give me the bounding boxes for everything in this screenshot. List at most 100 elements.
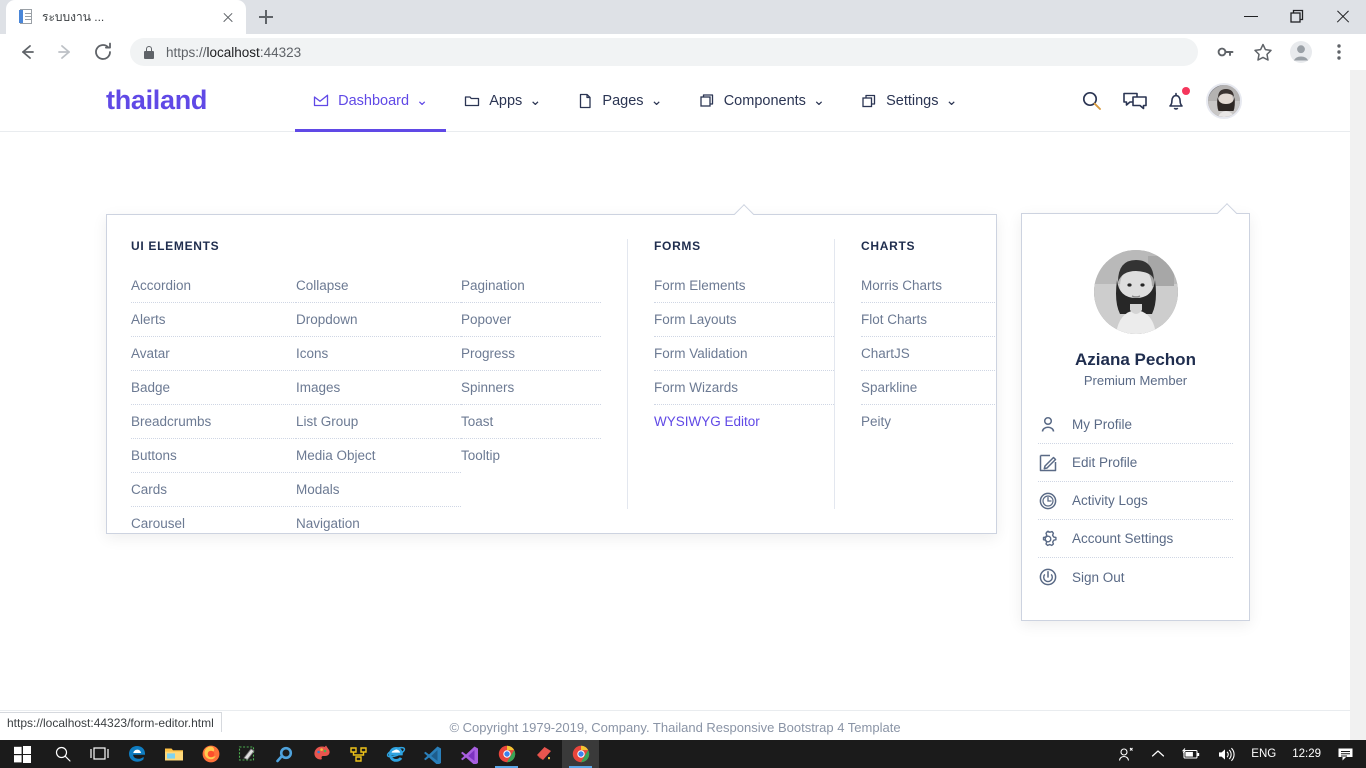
forward-arrow-icon[interactable] <box>51 38 79 66</box>
taskbar-workflow-icon[interactable] <box>340 740 377 768</box>
taskbar-search-icon[interactable] <box>44 740 81 768</box>
menu-item[interactable]: Pagination <box>461 269 601 303</box>
menu-item[interactable]: Flot Charts <box>861 303 995 337</box>
menu-item[interactable]: Cards <box>131 473 296 507</box>
site-logo[interactable]: thailand <box>106 85 207 116</box>
nav-item-components[interactable]: Components ⌄ <box>681 70 843 132</box>
menu-item[interactable]: Badge <box>131 371 296 405</box>
taskbar-snip-tool-icon[interactable] <box>229 740 266 768</box>
chat-icon[interactable] <box>1122 89 1146 113</box>
taskbar-chrome-active-icon[interactable] <box>562 740 599 768</box>
menu-item[interactable]: Peity <box>861 405 995 438</box>
tab-close-icon[interactable] <box>218 7 238 27</box>
people-icon[interactable] <box>1110 740 1143 768</box>
profile-menu-item-activity-logs[interactable]: Activity Logs <box>1038 482 1233 520</box>
url-port: :44323 <box>260 45 301 60</box>
volume-icon[interactable] <box>1209 740 1243 768</box>
tab-strip: ระบบงาน ... <box>0 0 1366 34</box>
profile-avatar-icon[interactable] <box>1287 38 1315 66</box>
menu-item[interactable]: Collapse <box>296 269 461 303</box>
site-navbar: thailand Dashboard ⌄ <box>0 70 1350 132</box>
menu-item[interactable]: Form Wizards <box>654 371 834 405</box>
taskbar-chrome-icon[interactable] <box>488 740 525 768</box>
chevron-up-icon[interactable] <box>1143 740 1173 768</box>
nav-item-apps[interactable]: Apps ⌄ <box>446 70 559 132</box>
menu-item[interactable]: Avatar <box>131 337 296 371</box>
search-icon[interactable] <box>1080 89 1104 113</box>
taskbar-visual-studio-icon[interactable] <box>451 740 488 768</box>
key-icon[interactable] <box>1211 38 1239 66</box>
taskbar-paint-icon[interactable] <box>303 740 340 768</box>
minimize-icon[interactable] <box>1228 0 1274 32</box>
taskbar-file-explorer-icon[interactable] <box>155 740 192 768</box>
menu-item[interactable]: Sparkline <box>861 371 995 405</box>
three-dot-menu-icon[interactable] <box>1325 38 1353 66</box>
menu-item[interactable]: Tooltip <box>461 439 601 472</box>
star-icon[interactable] <box>1249 38 1277 66</box>
taskbar-task-view-icon[interactable] <box>81 740 118 768</box>
menu-item[interactable]: Buttons <box>131 439 296 473</box>
nav-item-settings[interactable]: Settings ⌄ <box>843 70 976 132</box>
windows-taskbar: ENG 12:29 <box>0 740 1366 768</box>
menu-item[interactable]: Toast <box>461 405 601 439</box>
taskbar-clock[interactable]: 12:29 <box>1284 740 1329 768</box>
menu-item[interactable]: List Group <box>296 405 461 439</box>
taskbar-edge-icon[interactable] <box>118 740 155 768</box>
browser-tab[interactable]: ระบบงาน ... <box>6 0 246 34</box>
menu-item[interactable]: Form Validation <box>654 337 834 371</box>
gear-icon <box>1038 529 1058 549</box>
battery-icon[interactable] <box>1173 740 1209 768</box>
chevron-down-icon: ⌄ <box>529 93 541 109</box>
toolbar-right-icons <box>1206 38 1358 66</box>
megamenu-section-title: UI ELEMENTS <box>131 239 601 253</box>
menu-item[interactable]: Spinners <box>461 371 601 405</box>
maximize-icon[interactable] <box>1274 0 1320 32</box>
profile-menu-item-edit-profile[interactable]: Edit Profile <box>1038 444 1233 482</box>
profile-menu-item-my-profile[interactable]: My Profile <box>1038 406 1233 444</box>
taskbar-vscode-icon[interactable] <box>414 740 451 768</box>
menu-item[interactable]: Popover <box>461 303 601 337</box>
notification-icon[interactable] <box>1329 740 1362 768</box>
taskbar-firefox-icon[interactable] <box>192 740 229 768</box>
windows-start-icon[interactable] <box>0 740 44 768</box>
taskbar-internet-explorer-icon[interactable] <box>377 740 414 768</box>
menu-item[interactable]: Form Elements <box>654 269 834 303</box>
language-indicator[interactable]: ENG <box>1243 740 1284 768</box>
taskbar-sketch-icon[interactable] <box>525 740 562 768</box>
page-scrollbar[interactable] <box>1350 70 1366 740</box>
menu-item[interactable]: Dropdown <box>296 303 461 337</box>
menu-item[interactable]: Accordion <box>131 269 296 303</box>
close-icon[interactable] <box>1320 0 1366 32</box>
menu-item[interactable]: Icons <box>296 337 461 371</box>
profile-menu-item-label: Account Settings <box>1072 531 1173 546</box>
new-tab-button[interactable] <box>252 3 280 31</box>
menu-item-wysiwyg-editor[interactable]: WYSIWYG Editor <box>654 405 834 438</box>
menu-item[interactable]: Modals <box>296 473 461 507</box>
back-arrow-icon[interactable] <box>13 38 41 66</box>
menu-item[interactable]: Carousel <box>131 507 296 540</box>
address-bar[interactable]: https://localhost:44323 <box>130 38 1198 66</box>
reload-icon[interactable] <box>89 38 117 66</box>
profile-menu-item-account-settings[interactable]: Account Settings <box>1038 520 1233 558</box>
menu-item[interactable]: ChartJS <box>861 337 995 371</box>
menu-item[interactable]: Breadcrumbs <box>131 405 296 439</box>
megamenu-column: Morris Charts Flot Charts ChartJS Sparkl… <box>861 269 995 438</box>
chevron-down-icon: ⌄ <box>416 93 428 109</box>
header-avatar[interactable] <box>1206 83 1242 119</box>
nav-item-pages[interactable]: Pages ⌄ <box>559 70 680 132</box>
megamenu-section-forms: FORMS Form Elements Form Layouts Form Va… <box>628 215 834 533</box>
menu-item[interactable]: Morris Charts <box>861 269 995 303</box>
taskbar-settings-icon[interactable] <box>266 740 303 768</box>
main-navigation: Dashboard ⌄ Apps ⌄ <box>295 70 976 132</box>
profile-menu-item-sign-out[interactable]: Sign Out <box>1038 558 1233 596</box>
menu-item[interactable]: Form Layouts <box>654 303 834 337</box>
menu-item[interactable]: Navigation <box>296 507 461 540</box>
menu-item[interactable]: Media Object <box>296 439 461 473</box>
nav-item-label: Apps <box>489 93 522 109</box>
menu-item[interactable]: Alerts <box>131 303 296 337</box>
file-icon <box>577 93 593 109</box>
menu-item[interactable]: Images <box>296 371 461 405</box>
menu-item[interactable]: Progress <box>461 337 601 371</box>
nav-item-dashboard[interactable]: Dashboard ⌄ <box>295 70 446 132</box>
bell-icon[interactable] <box>1164 89 1188 113</box>
